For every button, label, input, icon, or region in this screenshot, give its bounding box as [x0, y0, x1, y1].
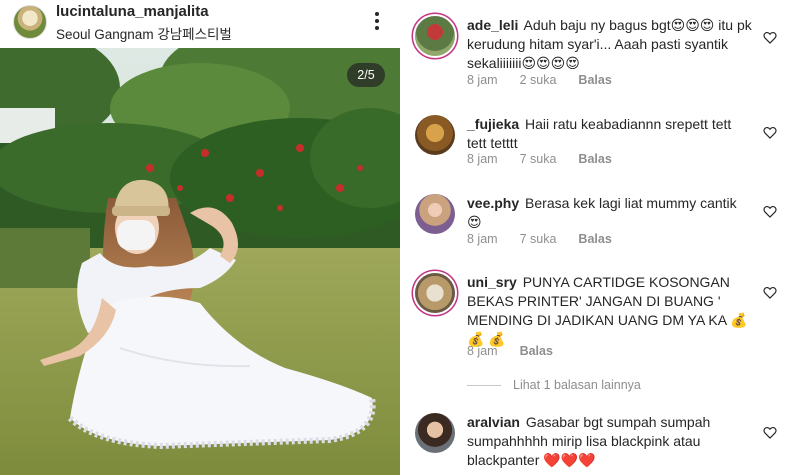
more-vertical-icon[interactable] — [369, 9, 385, 35]
post-author-avatar[interactable] — [13, 5, 47, 39]
comment-time: 8 jam — [467, 344, 498, 358]
comment-meta: 8 jam 2 suka Balas — [467, 73, 634, 87]
avatar[interactable] — [415, 194, 455, 234]
comment-likes[interactable]: 7 suka — [520, 232, 557, 246]
post-author-username[interactable]: lucintaluna_manjalita — [56, 3, 209, 20]
heart-icon[interactable] — [763, 31, 777, 44]
comment-likes[interactable]: 7 suka — [520, 152, 557, 166]
heart-icon[interactable] — [763, 126, 777, 139]
reply-button[interactable]: Balas — [578, 73, 611, 87]
carousel-counter-badge: 2/5 — [347, 63, 385, 87]
avatar[interactable] — [415, 273, 455, 313]
comments-panel: ade_leli Aduh baju ny bagus bgt😍😍😍 itu p… — [405, 0, 800, 475]
comment-username[interactable]: uni_sry — [467, 274, 517, 290]
avatar[interactable] — [415, 16, 455, 56]
post-location[interactable]: Seoul Gangnam 강남페스티벌 — [56, 23, 232, 43]
comment-meta: 8 jam Balas — [467, 344, 575, 358]
reply-button[interactable]: Balas — [578, 232, 611, 246]
heart-icon[interactable] — [763, 286, 777, 299]
post-header: lucintaluna_manjalita Seoul Gangnam 강남페스… — [0, 0, 400, 48]
comment-time: 8 jam — [467, 152, 498, 166]
avatar[interactable] — [415, 413, 455, 453]
comment-time: 8 jam — [467, 232, 498, 246]
replies-divider — [467, 384, 501, 386]
comment-time: 8 jam — [467, 73, 498, 87]
reply-button[interactable]: Balas — [520, 344, 553, 358]
comment-text: vee.phy Berasa kek lagi liat mummy canti… — [467, 194, 752, 232]
comment-meta: 8 jam 7 suka Balas — [467, 232, 634, 246]
post-photo[interactable] — [0, 48, 400, 475]
heart-icon[interactable] — [763, 426, 777, 439]
comment-username[interactable]: _fujieka — [467, 116, 519, 132]
comment-text: _fujieka Haii ratu keabadiannn srepett t… — [467, 115, 752, 153]
view-more-replies-label: Lihat 1 balasan lainnya — [513, 378, 641, 392]
comment-username[interactable]: aralvian — [467, 414, 520, 430]
view-more-replies-button[interactable]: Lihat 1 balasan lainnya — [467, 378, 641, 392]
post-panel: lucintaluna_manjalita Seoul Gangnam 강남페스… — [0, 0, 400, 475]
reply-button[interactable]: Balas — [578, 152, 611, 166]
comment-text: uni_sry PUNYA CARTIDGE KOSONGAN BEKAS PR… — [467, 273, 752, 349]
comment-text: ade_leli Aduh baju ny bagus bgt😍😍😍 itu p… — [467, 16, 752, 73]
comment-username[interactable]: ade_leli — [467, 17, 518, 33]
heart-icon[interactable] — [763, 205, 777, 218]
avatar[interactable] — [415, 115, 455, 155]
comment-meta: 8 jam 7 suka Balas — [467, 152, 634, 166]
comment-username[interactable]: vee.phy — [467, 195, 519, 211]
comment-likes[interactable]: 2 suka — [520, 73, 557, 87]
comment-text: aralvian Gasabar bgt sumpah sumpah sumpa… — [467, 413, 752, 470]
